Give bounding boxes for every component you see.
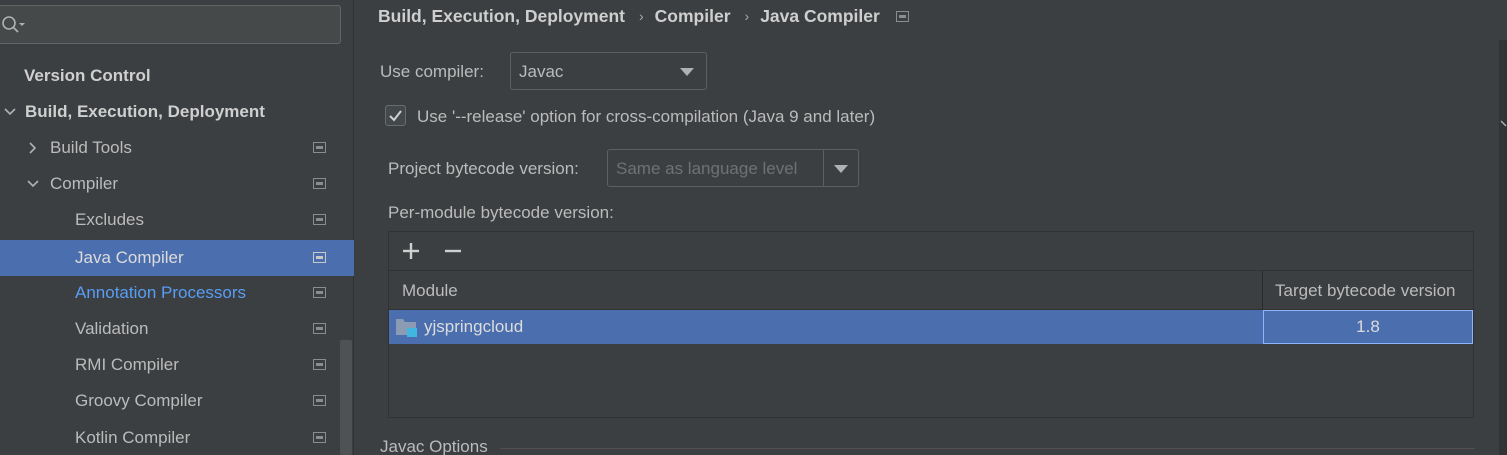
breadcrumb: Build, Execution, Deployment › Compiler … — [378, 4, 909, 28]
sidebar-item-build-tools[interactable]: Build Tools — [0, 130, 354, 166]
sidebar-item-rmi-compiler[interactable]: RMI Compiler — [0, 347, 354, 383]
module-name: yjspringcloud — [424, 317, 524, 336]
section-divider — [500, 448, 1475, 449]
sidebar-item-version-control[interactable]: Version Control — [0, 58, 354, 94]
sidebar-item-label: Groovy Compiler — [75, 391, 203, 410]
use-compiler-value: Javac — [519, 62, 564, 81]
project-settings-icon — [313, 252, 326, 263]
chevron-down-icon[interactable] — [3, 105, 17, 119]
column-header-module[interactable]: Module — [402, 271, 458, 310]
chevron-right-icon — [1500, 120, 1507, 127]
module-folder-icon — [396, 319, 417, 337]
sidebar-item-label: RMI Compiler — [75, 355, 179, 374]
breadcrumb-item: Compiler — [654, 5, 731, 26]
sidebar-item-excludes[interactable]: Excludes — [0, 202, 354, 238]
java-compiler-settings-panel: Build, Execution, Deployment › Compiler … — [355, 0, 1507, 455]
sidebar-item-label: Java Compiler — [75, 248, 184, 267]
project-settings-icon — [313, 178, 326, 189]
table-toolbar — [389, 232, 1473, 271]
breadcrumb-item: Build, Execution, Deployment — [378, 5, 625, 26]
sidebar-item-groovy-compiler[interactable]: Groovy Compiler — [0, 383, 354, 419]
release-option-checkbox[interactable] — [385, 105, 406, 126]
sidebar-item-label: Annotation Processors — [75, 283, 247, 302]
project-bytecode-value: Same as language level — [616, 159, 798, 178]
settings-search-field[interactable] — [0, 5, 341, 44]
column-header-target-version[interactable]: Target bytecode version — [1275, 271, 1456, 310]
sidebar-scrollbar[interactable] — [340, 340, 352, 455]
target-version-cell[interactable]: 1.8 — [1263, 310, 1473, 344]
add-icon[interactable] — [400, 240, 422, 262]
sidebar-item-label: Build, Execution, Deployment — [25, 102, 265, 121]
per-module-bytecode-table: Module Target bytecode version yjspringc… — [388, 231, 1474, 418]
settings-sidebar: Version Control Build, Execution, Deploy… — [0, 0, 354, 455]
table-header: Module Target bytecode version — [389, 271, 1473, 310]
sidebar-item-label: Version Control — [24, 66, 151, 85]
sidebar-item-build-execution-deployment[interactable]: Build, Execution, Deployment — [0, 94, 354, 130]
remove-icon[interactable] — [442, 240, 464, 262]
sidebar-item-label: Compiler — [50, 174, 119, 193]
project-settings-icon — [895, 10, 909, 22]
project-bytecode-label: Project bytecode version: — [388, 159, 579, 178]
sidebar-item-label: Build Tools — [50, 138, 132, 157]
project-settings-icon — [313, 432, 326, 443]
per-module-label: Per-module bytecode version: — [388, 203, 614, 222]
breadcrumb-separator: › — [744, 8, 750, 24]
dropdown-divider — [823, 150, 824, 186]
sidebar-item-compiler[interactable]: Compiler — [0, 166, 354, 202]
sidebar-item-annotation-processors[interactable]: Annotation Processors — [0, 275, 354, 311]
project-settings-icon — [313, 323, 326, 334]
breadcrumb-item: Java Compiler — [760, 5, 880, 26]
sidebar-item-label: Kotlin Compiler — [75, 428, 191, 447]
sidebar-item-label: Validation — [75, 319, 149, 338]
panel-scrollbar[interactable] — [1499, 40, 1507, 455]
project-settings-icon — [313, 359, 326, 370]
chevron-down-icon[interactable] — [26, 177, 40, 191]
use-compiler-label: Use compiler: — [380, 62, 484, 81]
project-settings-icon — [313, 395, 326, 406]
checkmark-icon — [389, 110, 402, 122]
project-settings-icon — [313, 214, 326, 225]
module-cell[interactable]: yjspringcloud — [395, 310, 523, 344]
release-option-label[interactable]: Use '--release' option for cross-compila… — [417, 107, 875, 127]
search-icon — [2, 16, 25, 33]
sidebar-item-validation[interactable]: Validation — [0, 311, 354, 347]
caret-down-icon — [834, 165, 848, 173]
chevron-right-icon[interactable] — [26, 141, 40, 155]
sidebar-item-kotlin-compiler[interactable]: Kotlin Compiler — [0, 420, 354, 455]
breadcrumb-separator: › — [638, 8, 644, 24]
caret-down-icon — [680, 68, 694, 76]
javac-options-section-title: Javac Options — [380, 437, 488, 455]
sidebar-item-label: Excludes — [75, 210, 144, 229]
project-bytecode-dropdown[interactable]: Same as language level — [607, 149, 859, 187]
use-compiler-dropdown[interactable]: Javac — [510, 52, 707, 90]
table-row[interactable]: yjspringcloud 1.8 — [389, 310, 1473, 344]
column-divider[interactable] — [1262, 271, 1263, 310]
sidebar-item-java-compiler[interactable]: Java Compiler — [0, 240, 354, 276]
project-settings-icon — [313, 142, 326, 153]
project-settings-icon — [313, 287, 326, 298]
